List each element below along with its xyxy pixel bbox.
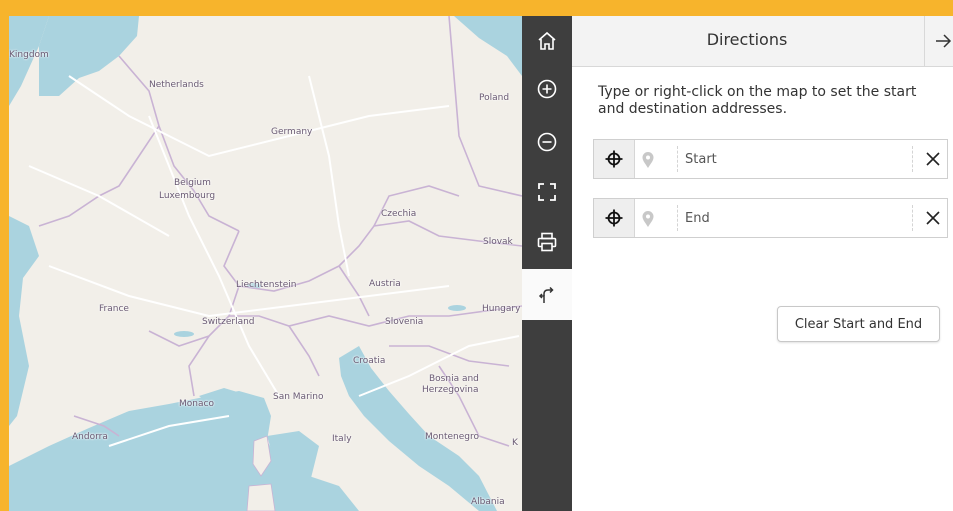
home-icon	[538, 31, 556, 50]
map-label-hungary: Hungary	[482, 304, 521, 314]
directions-panel: Directions Type or right-click on the ma…	[572, 16, 953, 511]
header-divider	[924, 16, 925, 66]
expand-icon	[538, 183, 556, 201]
crosshair-icon	[605, 209, 623, 227]
map-label-italy: Italy	[332, 434, 352, 444]
map-pin-icon	[642, 152, 654, 168]
start-locate-button[interactable]	[594, 140, 635, 178]
start-address-row	[593, 139, 948, 179]
lake-balaton	[448, 305, 466, 311]
close-icon	[926, 211, 940, 225]
start-pin	[638, 149, 658, 171]
end-locate-button[interactable]	[594, 199, 635, 237]
map-label-bosnia: Bosnia and	[429, 374, 479, 384]
minus-circle-icon	[537, 132, 557, 152]
map-label-germany: Germany	[271, 127, 313, 137]
panel-header: Directions	[572, 16, 953, 67]
map-label-austria: Austria	[369, 279, 401, 289]
water-north-sea	[39, 16, 139, 96]
directions-icon	[538, 286, 554, 303]
map-label-croatia: Croatia	[353, 356, 386, 366]
close-panel-button[interactable]	[932, 30, 953, 52]
map-label-montenegro: Montenegro	[425, 432, 480, 442]
crosshair-icon	[605, 150, 623, 168]
end-clear-button[interactable]	[919, 199, 947, 237]
start-divider-right	[912, 146, 913, 172]
map-label-san-marino: San Marino	[273, 392, 324, 402]
map-label-belgium: Belgium	[174, 178, 211, 188]
map-label-luxembourg: Luxembourg	[159, 191, 216, 201]
full-screen-button[interactable]	[522, 168, 572, 216]
water-baltic	[454, 16, 522, 76]
panel-title: Directions	[706, 30, 788, 49]
start-clear-button[interactable]	[919, 140, 947, 178]
end-address-input[interactable]	[685, 205, 905, 231]
map-label-kosovo: K	[512, 438, 518, 448]
end-divider-left	[677, 205, 678, 231]
home-button[interactable]	[522, 17, 572, 65]
close-icon	[926, 152, 940, 166]
map-label-czechia: Czechia	[381, 209, 417, 219]
start-divider-left	[677, 146, 678, 172]
end-pin	[638, 208, 658, 230]
map-pin-icon	[642, 211, 654, 227]
map-label-andorra: Andorra	[72, 432, 108, 442]
directions-button[interactable]	[522, 269, 572, 320]
printer-icon	[537, 232, 557, 252]
map-label-monaco: Monaco	[179, 399, 214, 409]
end-divider-right	[912, 205, 913, 231]
map-toolbar	[522, 16, 572, 511]
plus-circle-icon	[537, 79, 557, 99]
zoom-out-button[interactable]	[522, 118, 572, 166]
map-label-slovenia: Slovenia	[385, 317, 424, 327]
arrow-right-icon	[936, 34, 952, 48]
map-label-switzerland: Switzerland	[202, 317, 255, 327]
map-view[interactable]: Kingdom Netherlands Germany Poland Belgi…	[9, 16, 522, 511]
map-label-netherlands: Netherlands	[149, 80, 204, 90]
water-atlantic-west	[9, 216, 39, 426]
map-label-herzegovina: Herzegovina	[422, 385, 479, 395]
end-address-row	[593, 198, 948, 238]
lake-geneva	[174, 331, 194, 337]
zoom-in-button[interactable]	[522, 65, 572, 113]
map-label-albania: Albania	[471, 497, 505, 507]
clear-start-end-button[interactable]: Clear Start and End	[777, 306, 940, 342]
directions-instructions: Type or right-click on the map to set th…	[598, 84, 917, 117]
app-frame: Kingdom Netherlands Germany Poland Belgi…	[0, 0, 953, 511]
island-sardinia	[246, 483, 276, 511]
map-label-slovakia: Slovak	[483, 237, 513, 247]
start-address-input[interactable]	[685, 146, 905, 172]
map-label-liechtenstein: Liechtenstein	[236, 280, 297, 290]
map-label-poland: Poland	[479, 93, 510, 103]
map-label-france: France	[99, 304, 129, 314]
print-button[interactable]	[522, 218, 572, 266]
map-label-united-kingdom: Kingdom	[9, 50, 49, 60]
